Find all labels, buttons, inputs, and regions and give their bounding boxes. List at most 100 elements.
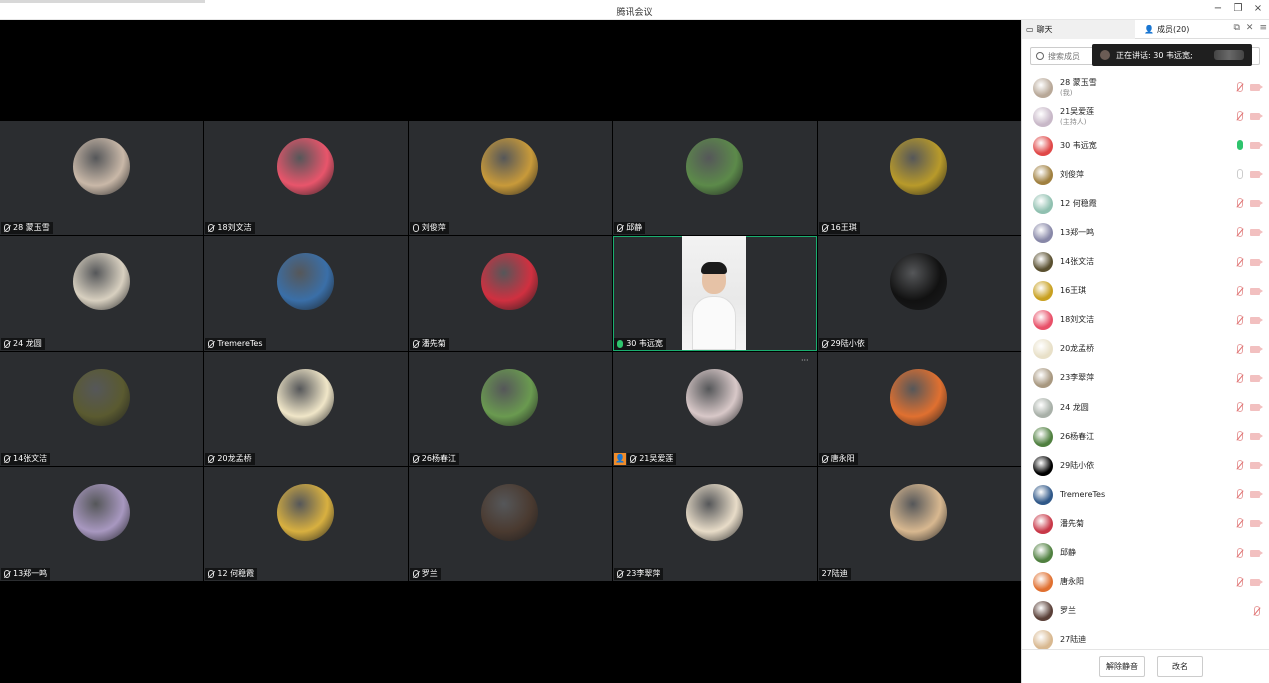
participant-tile[interactable]: 14张文洁 bbox=[0, 351, 204, 466]
title-bar: 腾讯会议 − ❐ × bbox=[0, 0, 1269, 20]
participant-name: 27陆迪 bbox=[821, 569, 848, 578]
camera-off-icon[interactable] bbox=[1250, 578, 1263, 586]
mic-muted-icon bbox=[412, 454, 419, 463]
participant-tile[interactable]: ··· 👤 21吴爱莲 bbox=[613, 351, 817, 466]
member-row[interactable]: 18刘文洁 bbox=[1022, 306, 1269, 335]
mic-muted-icon[interactable] bbox=[1237, 402, 1243, 413]
mic-muted-icon[interactable] bbox=[1237, 111, 1243, 122]
mic-muted-icon[interactable] bbox=[1237, 314, 1243, 325]
camera-off-icon[interactable] bbox=[1250, 229, 1263, 237]
mic-muted-icon[interactable] bbox=[1237, 82, 1243, 92]
menu-icon[interactable]: ≡ bbox=[1259, 23, 1267, 33]
camera-off-icon[interactable] bbox=[1250, 462, 1263, 470]
participant-tile[interactable]: TremereTes bbox=[204, 236, 408, 351]
restore-icon[interactable]: ❐ bbox=[1231, 2, 1245, 16]
participant-tile[interactable]: 唐永阳 bbox=[817, 351, 1021, 466]
camera-off-icon[interactable] bbox=[1250, 142, 1263, 150]
member-row[interactable]: 26杨春江 bbox=[1022, 422, 1269, 451]
member-row[interactable]: 28 蒙玉雪 (我) bbox=[1022, 73, 1269, 102]
avatar bbox=[1033, 252, 1053, 273]
participant-tile[interactable]: 29陆小依 bbox=[817, 236, 1021, 351]
mic-muted-icon bbox=[617, 224, 624, 233]
camera-off-icon[interactable] bbox=[1250, 258, 1263, 266]
camera-off-icon[interactable] bbox=[1250, 345, 1263, 353]
member-row[interactable]: 潘先菊 bbox=[1022, 509, 1269, 538]
close-panel-icon[interactable]: ✕ bbox=[1246, 23, 1254, 33]
member-row[interactable]: 14张文洁 bbox=[1022, 248, 1269, 277]
tab-members[interactable]: 👤 成员(20) bbox=[1140, 20, 1193, 39]
speaking-tooltip: 正在讲话: 30 韦远宽; bbox=[1092, 44, 1252, 66]
mic-icon[interactable] bbox=[1237, 169, 1243, 180]
participant-tile[interactable]: 30 韦远宽 bbox=[613, 236, 817, 351]
member-row[interactable]: 唐永阳 bbox=[1022, 568, 1269, 597]
camera-off-icon[interactable] bbox=[1250, 404, 1263, 412]
mic-muted-icon[interactable] bbox=[1237, 518, 1243, 529]
camera-off-icon[interactable] bbox=[1250, 200, 1263, 208]
participant-tile[interactable]: 罗兰 bbox=[408, 466, 613, 581]
camera-off-icon[interactable] bbox=[1250, 520, 1263, 528]
mic-muted-icon[interactable] bbox=[1237, 547, 1243, 558]
participant-label: 唐永阳 bbox=[818, 452, 858, 465]
camera-off-icon[interactable] bbox=[1250, 316, 1263, 324]
mic-muted-icon[interactable] bbox=[1237, 489, 1243, 500]
mic-icon[interactable] bbox=[1237, 140, 1243, 151]
member-row[interactable]: 13郑一鸣 bbox=[1022, 218, 1269, 247]
member-row[interactable]: 29陆小依 bbox=[1022, 451, 1269, 480]
member-row[interactable]: 23李翠萍 bbox=[1022, 364, 1269, 393]
camera-off-icon[interactable] bbox=[1250, 113, 1263, 121]
member-list: 28 蒙玉雪 (我) 21吴爱莲 (主持人) 30 韦远宽 刘俊萍 12 何稳霞 13郑一鸣 1… bbox=[1022, 73, 1269, 650]
participant-tile[interactable]: 16王琪 bbox=[817, 121, 1021, 236]
participant-tile[interactable]: 27陆迪 bbox=[817, 466, 1021, 581]
member-name-text: 23李翠萍 bbox=[1060, 373, 1095, 383]
mic-muted-icon[interactable] bbox=[1237, 227, 1243, 238]
member-row[interactable]: 12 何稳霞 bbox=[1022, 189, 1269, 218]
member-row[interactable]: 刘俊萍 bbox=[1022, 160, 1269, 189]
member-row[interactable]: 邱静 bbox=[1022, 539, 1269, 568]
participant-tile[interactable]: 12 何稳霞 bbox=[204, 466, 408, 581]
participant-tile[interactable]: 23李翠萍 bbox=[613, 466, 817, 581]
participant-tile[interactable]: 18刘文洁 bbox=[204, 121, 408, 236]
close-icon[interactable]: × bbox=[1251, 2, 1265, 16]
participant-name: 18刘文洁 bbox=[217, 223, 252, 233]
participant-tile[interactable]: 13郑一鸣 bbox=[0, 466, 204, 581]
mic-muted-icon[interactable] bbox=[1237, 460, 1243, 471]
mic-muted-icon[interactable] bbox=[1237, 576, 1243, 587]
participant-tile[interactable]: 刘俊萍 bbox=[408, 121, 613, 236]
mic-muted-icon[interactable] bbox=[1254, 605, 1260, 616]
camera-off-icon[interactable] bbox=[1250, 433, 1263, 441]
participant-tile[interactable]: 28 蒙玉雪 bbox=[0, 121, 204, 236]
participant-tile[interactable]: 邱静 bbox=[613, 121, 817, 236]
more-options-icon[interactable]: ··· bbox=[801, 356, 809, 365]
camera-off-icon[interactable] bbox=[1250, 171, 1263, 179]
camera-off-icon[interactable] bbox=[1250, 287, 1263, 295]
camera-off-icon[interactable] bbox=[1250, 374, 1263, 382]
member-row[interactable]: 30 韦远宽 bbox=[1022, 131, 1269, 160]
mic-muted-icon[interactable] bbox=[1237, 431, 1243, 442]
participant-tile[interactable]: 24 龙圆 bbox=[0, 236, 204, 351]
member-row[interactable]: 20龙孟桥 bbox=[1022, 335, 1269, 364]
rename-button[interactable]: 改名 bbox=[1157, 656, 1203, 677]
camera-off-icon[interactable] bbox=[1250, 84, 1263, 91]
participant-tile[interactable]: 20龙孟桥 bbox=[204, 351, 408, 466]
camera-off-icon[interactable] bbox=[1250, 491, 1263, 499]
participant-tile[interactable]: 26杨春江 bbox=[408, 351, 613, 466]
camera-off-icon[interactable] bbox=[1250, 549, 1263, 557]
member-row[interactable]: 21吴爱莲 (主持人) bbox=[1022, 102, 1269, 131]
participant-tile[interactable]: 潘先菊 bbox=[408, 236, 613, 351]
member-row[interactable]: 罗兰 bbox=[1022, 597, 1269, 626]
member-row[interactable]: TremereTes bbox=[1022, 480, 1269, 509]
member-row[interactable]: 24 龙圆 bbox=[1022, 393, 1269, 422]
tab-chat[interactable]: ▭ 聊天 bbox=[1022, 19, 1135, 39]
minimize-icon[interactable]: − bbox=[1211, 2, 1225, 16]
popout-icon[interactable]: ⧉ bbox=[1233, 23, 1239, 33]
mic-muted-icon[interactable] bbox=[1237, 256, 1243, 267]
mic-muted-icon[interactable] bbox=[1237, 198, 1243, 209]
panel-actions: ⧉ ✕ ≡ bbox=[1233, 23, 1267, 33]
member-role: (主持人) bbox=[1060, 117, 1087, 126]
member-row[interactable]: 27陆迪 bbox=[1022, 626, 1269, 650]
mic-muted-icon[interactable] bbox=[1237, 343, 1243, 354]
unmute-button[interactable]: 解除静音 bbox=[1099, 656, 1145, 677]
member-row[interactable]: 16王琪 bbox=[1022, 277, 1269, 306]
mic-muted-icon[interactable] bbox=[1237, 285, 1243, 296]
mic-muted-icon[interactable] bbox=[1237, 372, 1243, 383]
